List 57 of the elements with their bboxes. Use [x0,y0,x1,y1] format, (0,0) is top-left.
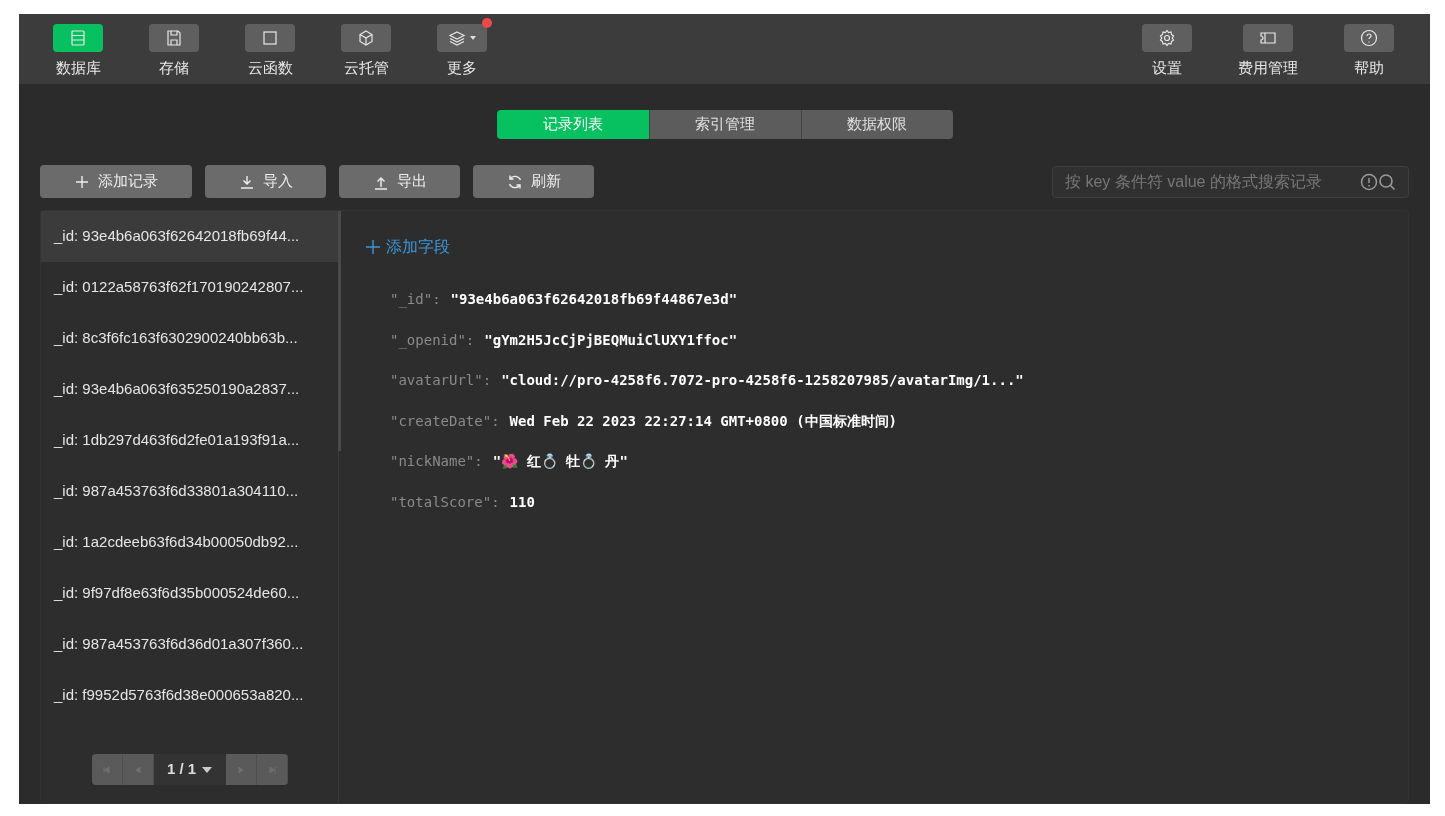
record-item[interactable]: _id: 9f97df8e63f6d35b000524de60... [41,568,338,619]
download-icon [238,173,255,190]
field-key: "avatarUrl": [390,370,492,391]
toolbar-button[interactable]: 帮助 [1318,14,1419,84]
field-value: "gYm2H5JcCjPjBEQMuiClUXY1ffoc" [484,330,738,350]
refresh-icon [506,173,523,190]
cube-icon [357,29,375,47]
toolbar-button[interactable]: 存储 [126,14,222,84]
field-key: "totalScore": [390,491,500,513]
action-button[interactable]: 刷新 [473,165,594,198]
record-item[interactable]: _id: 1db297d463f6d2fe01a193f91a... [41,415,338,466]
record-item[interactable]: _id: 1a2cdeeb63f6d34b00050db92... [41,517,338,568]
pager-button[interactable] [225,754,257,785]
layers-icon [448,29,466,47]
field-key: "_id": [390,289,441,310]
toolbar-button[interactable]: 设置 [1116,14,1217,84]
search-icon[interactable] [1378,172,1396,191]
action-button[interactable]: 导入 [205,165,326,198]
pager-button[interactable] [91,754,123,785]
field-value: "93e4b6a063f62642018fb69f44867e3d" [450,290,738,309]
help-icon [1359,29,1378,47]
field-key: "_openid": [390,329,475,351]
caret-icon [470,36,476,40]
record-item[interactable]: _id: 93e4b6a063f62642018fb69f44... [41,211,338,262]
settings-icon [1157,29,1176,47]
record-item[interactable]: _id: 987a453763f6d33801a304110... [41,466,338,517]
record-item[interactable]: _id: 93e4b6a063f635250190a2837... [41,364,338,415]
tab[interactable]: 索引管理 [648,110,801,139]
add-field-link[interactable]: 添加字段 [366,235,450,259]
table-icon [69,29,87,47]
pager-button[interactable] [122,754,154,785]
field-value: "🌺 红💍 牡💍 丹" [492,452,628,471]
toolbar-button[interactable]: 数据库 [30,14,126,84]
record-item[interactable]: _id: f9952d5763f6d38e000653a820... [41,670,338,721]
field-value: "cloud://pro-4258f6.7072-pro-4258f6-1258207985/avatarImg/1..." [501,371,1024,390]
ticket-icon [1258,29,1277,47]
toolbar-button[interactable]: 费用管理 [1217,14,1318,84]
action-button[interactable]: 添加记录 [40,165,192,198]
record-item[interactable]: _id: 8c3f6fc163f6302900240bb63b... [41,313,338,364]
page-select[interactable]: 1 / 1 [153,754,226,785]
toolbar-button[interactable]: 云托管 [318,14,414,84]
plus-icon [74,173,90,190]
tab[interactable]: 数据权限 [800,110,953,139]
field-value: 110 [509,492,535,512]
toolbar-button[interactable]: 云函数 [222,14,318,84]
pager-button[interactable] [256,754,288,785]
field-key: "nickName": [390,451,483,472]
action-button[interactable]: 导出 [339,165,460,198]
record-item[interactable]: _id: 0122a58763f62f170190242807... [41,262,338,313]
info-icon [1360,172,1378,191]
caret-icon [202,766,213,773]
record-item[interactable]: _id: 987a453763f6d36d01a307f360... [41,619,338,670]
plus-icon [366,240,380,254]
toolbar-button[interactable]: 更多 [414,14,510,84]
field-key: "createDate": [390,410,500,432]
search-field[interactable]: 按 key 条件符 value 的格式搜索记录 [1052,165,1409,198]
field-value: Wed Feb 22 2023 22:27:14 GMT+0800 (中国标准时间) [509,411,897,431]
